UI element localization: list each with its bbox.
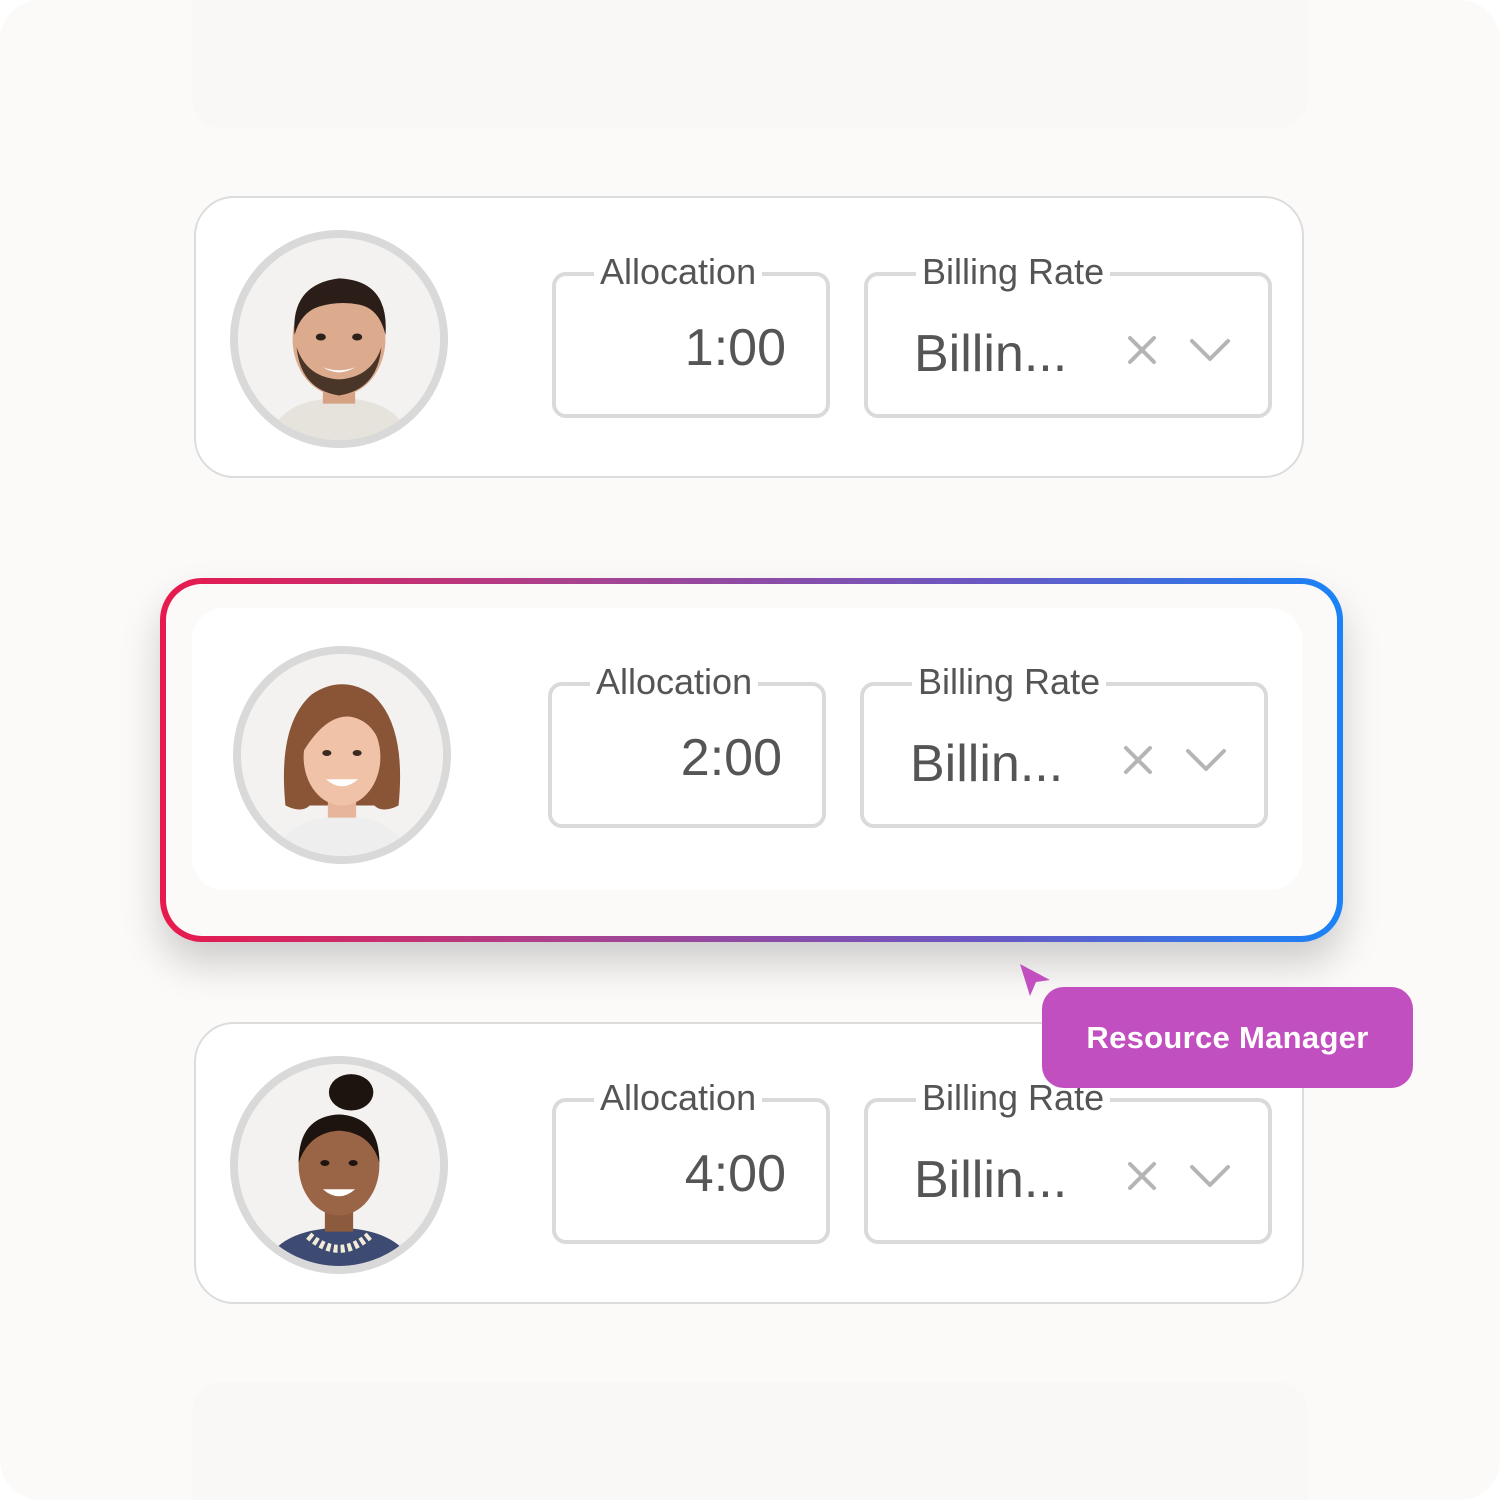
chevron-down-icon[interactable] bbox=[1188, 1162, 1232, 1190]
billing-rate-select[interactable]: Billing Rate Billin... bbox=[860, 660, 1268, 828]
close-x-icon[interactable] bbox=[1126, 1160, 1158, 1192]
allocation-value[interactable]: 4:00 bbox=[685, 1144, 786, 1204]
billing-rate-label: Billing Rate bbox=[916, 250, 1111, 294]
selected-row-outline: Allocation 2:00 Billing Rate Billin... bbox=[160, 578, 1343, 942]
avatar bbox=[230, 230, 448, 448]
billing-rate-select[interactable]: Billing Rate Billin... bbox=[864, 250, 1272, 418]
avatar bbox=[230, 1056, 448, 1274]
allocation-value[interactable]: 2:00 bbox=[681, 728, 782, 788]
billing-rate-value: Billin... bbox=[910, 735, 1064, 793]
avatar bbox=[233, 646, 451, 864]
allocation-label: Allocation bbox=[594, 250, 763, 294]
billing-rate-select[interactable]: Billing Rate Billin... bbox=[864, 1076, 1272, 1244]
ghost-card-bottom bbox=[192, 1382, 1308, 1500]
allocation-field[interactable]: Allocation 1:00 bbox=[552, 250, 830, 418]
close-x-icon[interactable] bbox=[1122, 744, 1154, 776]
close-x-icon[interactable] bbox=[1126, 334, 1158, 366]
canvas: Allocation 1:00 Billing Rate Billin... A… bbox=[0, 0, 1500, 1500]
chevron-down-icon[interactable] bbox=[1188, 336, 1232, 364]
allocation-value[interactable]: 1:00 bbox=[685, 318, 786, 378]
billing-rate-value: Billin... bbox=[914, 1151, 1068, 1209]
cursor-label: Resource Manager bbox=[1042, 987, 1413, 1088]
allocation-label: Allocation bbox=[590, 660, 759, 704]
allocation-field[interactable]: Allocation 2:00 bbox=[548, 660, 826, 828]
resource-row-2[interactable]: Allocation 2:00 Billing Rate Billin... bbox=[192, 608, 1302, 890]
allocation-field[interactable]: Allocation 4:00 bbox=[552, 1076, 830, 1244]
allocation-label: Allocation bbox=[594, 1076, 763, 1120]
chevron-down-icon[interactable] bbox=[1184, 746, 1228, 774]
billing-rate-label: Billing Rate bbox=[912, 660, 1107, 704]
selected-row-background: Allocation 2:00 Billing Rate Billin... bbox=[166, 584, 1337, 936]
billing-rate-value: Billin... bbox=[914, 325, 1068, 383]
ghost-card-top bbox=[192, 0, 1308, 128]
resource-row-1[interactable]: Allocation 1:00 Billing Rate Billin... bbox=[194, 196, 1304, 478]
